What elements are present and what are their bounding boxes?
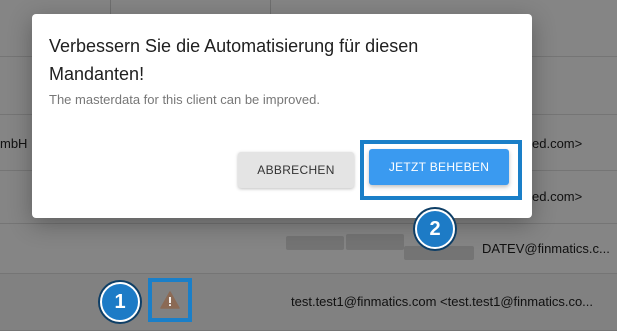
warning-triangle-icon[interactable] — [160, 291, 180, 309]
warning-icon-highlight[interactable] — [148, 278, 192, 322]
cancel-button[interactable]: ABBRECHEN — [238, 152, 354, 188]
improve-automation-dialog: Verbessern Sie die Automatisierung für d… — [32, 14, 532, 218]
dialog-subtitle: The masterdata for this client can be im… — [49, 92, 320, 107]
step-marker-1: 1 — [100, 282, 140, 322]
dialog-title: Verbessern Sie die Automatisierung für d… — [49, 36, 419, 84]
step-marker-2: 2 — [415, 209, 455, 249]
fix-now-button[interactable]: JETZT BEHEBEN — [369, 149, 509, 185]
